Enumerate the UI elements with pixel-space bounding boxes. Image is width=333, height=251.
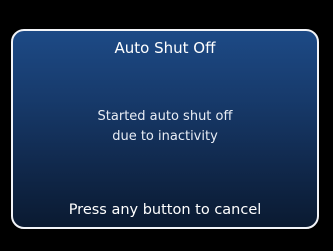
dialog-message: Started auto shut off due to inactivity bbox=[13, 107, 317, 147]
auto-shut-off-dialog: Auto Shut Off Started auto shut off due … bbox=[11, 29, 319, 229]
dialog-title: Auto Shut Off bbox=[114, 39, 216, 57]
screen: Auto Shut Off Started auto shut off due … bbox=[0, 0, 333, 251]
cancel-hint: Press any button to cancel bbox=[68, 202, 262, 218]
dialog-message-line-2: due to inactivity bbox=[112, 129, 218, 144]
dialog-message-line-1: Started auto shut off bbox=[97, 109, 233, 124]
